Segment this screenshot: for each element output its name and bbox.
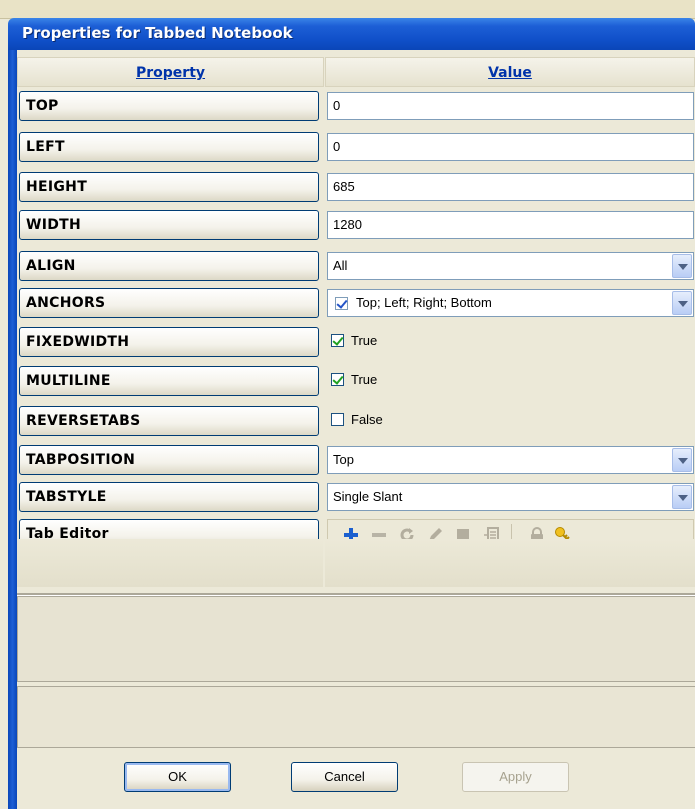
tabstyle-selected-value: Single Slant — [333, 489, 403, 504]
property-name-height[interactable]: HEIGHT — [19, 172, 319, 202]
property-name-anchors[interactable]: ANCHORS — [19, 288, 319, 318]
chevron-down-icon[interactable] — [672, 254, 692, 278]
property-row-align: ALIGN All — [17, 251, 695, 283]
chevron-down-icon[interactable] — [672, 485, 692, 509]
checkbox-multiline[interactable] — [331, 373, 344, 386]
property-name-reversetabs[interactable]: REVERSETABS — [19, 406, 319, 436]
value-input-height[interactable]: 685 — [327, 173, 694, 201]
apply-button[interactable]: Apply — [462, 762, 569, 792]
property-row-height: HEIGHT 685 — [17, 172, 695, 204]
property-row-multiline: MULTILINE True — [17, 366, 695, 398]
checkbox-label-reversetabs: False — [351, 412, 383, 427]
value-select-tabposition[interactable]: Top — [327, 446, 694, 474]
property-name-left[interactable]: LEFT — [19, 132, 319, 162]
value-input-width[interactable]: 1280 — [327, 211, 694, 239]
property-name-align[interactable]: ALIGN — [19, 251, 319, 281]
anchors-checkbox[interactable] — [335, 297, 348, 310]
value-input-top[interactable]: 0 — [327, 92, 694, 120]
ok-button[interactable]: OK — [124, 762, 231, 792]
window-title: Properties for Tabbed Notebook — [22, 24, 293, 42]
cancel-button[interactable]: Cancel — [291, 762, 398, 792]
properties-dialog: Properties for Tabbed Notebook Property … — [0, 0, 695, 809]
property-name-top[interactable]: TOP — [19, 91, 319, 121]
property-name-multiline[interactable]: MULTILINE — [19, 366, 319, 396]
property-row-left: LEFT 0 — [17, 132, 695, 164]
property-row-anchors: ANCHORS Top; Left; Right; Bottom — [17, 288, 695, 320]
chevron-down-icon[interactable] — [672, 291, 692, 315]
property-row-fixedwidth: FIXEDWIDTH True — [17, 327, 695, 359]
value-checkbox-fixedwidth[interactable]: True — [327, 327, 694, 357]
grid-empty-area — [17, 539, 323, 587]
value-column-header[interactable]: Value — [325, 57, 695, 87]
value-checkbox-reversetabs[interactable]: False — [327, 406, 694, 436]
property-name-width[interactable]: WIDTH — [19, 210, 319, 240]
value-select-anchors[interactable]: Top; Left; Right; Bottom — [327, 289, 694, 317]
property-row-tabposition: TABPOSITION Top — [17, 445, 695, 477]
tabposition-selected-value: Top — [333, 452, 354, 467]
checkbox-reversetabs[interactable] — [331, 413, 344, 426]
dialog-content: Property Value TOP 0 LEFT 0 HEIGHT 685 W… — [17, 50, 695, 809]
value-input-left[interactable]: 0 — [327, 133, 694, 161]
chevron-down-icon[interactable] — [672, 448, 692, 472]
property-name-fixedwidth[interactable]: FIXEDWIDTH — [19, 327, 319, 357]
background-strip — [0, 0, 695, 19]
title-bar[interactable]: Properties for Tabbed Notebook — [8, 18, 695, 50]
value-select-align[interactable]: All — [327, 252, 694, 280]
checkbox-fixedwidth[interactable] — [331, 334, 344, 347]
value-checkbox-multiline[interactable]: True — [327, 366, 694, 396]
anchors-selected-value: Top; Left; Right; Bottom — [356, 295, 492, 310]
property-row-top: TOP 0 — [17, 91, 695, 123]
property-row-tabstyle: TABSTYLE Single Slant — [17, 482, 695, 514]
help-panel — [17, 686, 695, 748]
checkbox-label-fixedwidth: True — [351, 333, 378, 348]
property-row-reversetabs: REVERSETABS False — [17, 406, 695, 438]
grid-header: Property Value — [17, 57, 695, 87]
align-selected-value: All — [333, 258, 348, 273]
property-name-tabstyle[interactable]: TABSTYLE — [19, 482, 319, 512]
description-panel — [17, 596, 695, 682]
checkbox-label-multiline: True — [351, 372, 378, 387]
property-column-header[interactable]: Property — [17, 57, 324, 87]
window-frame — [8, 50, 17, 809]
property-name-tabposition[interactable]: TABPOSITION — [19, 445, 319, 475]
grid-empty-area-value — [325, 539, 695, 587]
value-select-tabstyle[interactable]: Single Slant — [327, 483, 694, 511]
property-row-width: WIDTH 1280 — [17, 210, 695, 242]
